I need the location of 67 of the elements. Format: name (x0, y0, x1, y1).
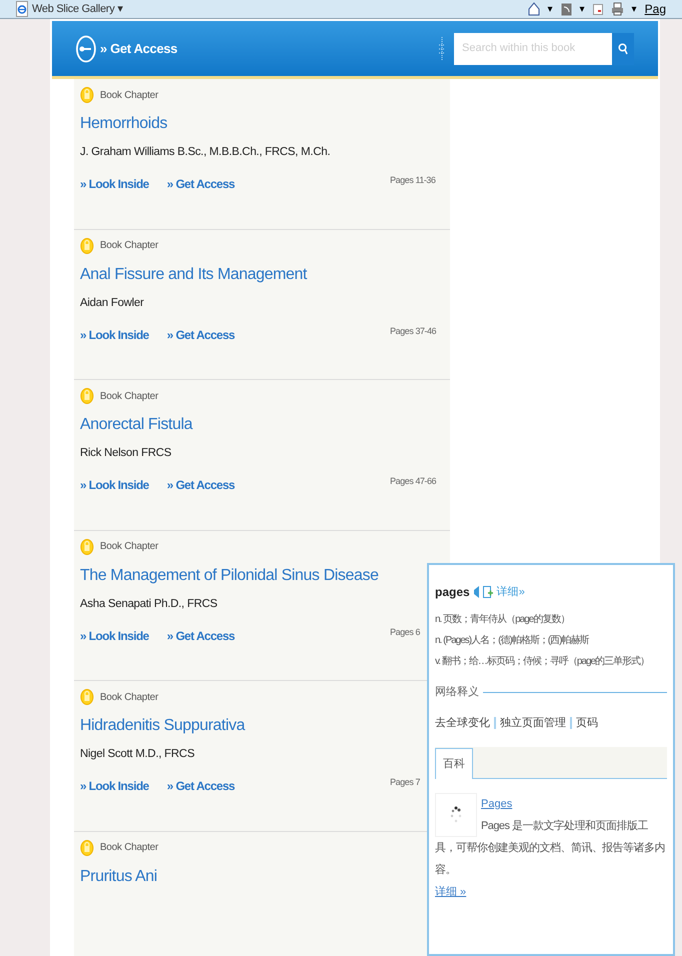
home-dropdown-arrow[interactable]: ▾ (548, 2, 553, 16)
web-slice-gallery-menu[interactable]: Web Slice Gallery ▾ (32, 0, 124, 18)
feed-dropdown-arrow[interactable]: ▾ (580, 2, 585, 16)
wiki-summary: Pages 是一款文字处理和页面排版工具，可帮你创建美观的文档、简讯、报告等诸多内容。 (435, 818, 666, 878)
web-term[interactable]: 页码 (576, 714, 598, 731)
page-range: Pages 7 (390, 776, 421, 788)
lock-icon (80, 87, 94, 103)
look-inside-link[interactable]: » Look Inside (80, 175, 149, 194)
separator-bar (570, 716, 572, 729)
page-range: Pages 11-36 (390, 174, 436, 186)
tab[interactable]: 百科 (435, 748, 473, 779)
chapter-type: Book Chapter (100, 690, 158, 704)
definition-line: n. (Pages)人名；(德)帕格斯；(西)帕赫斯 (435, 634, 590, 647)
printer-icon[interactable] (610, 2, 624, 16)
chapter-authors: J. Graham Williams B.Sc., M.B.B.Ch., FRCS, M.Ch. (80, 145, 332, 160)
chapter-title[interactable]: Anorectal Fistula (80, 413, 444, 437)
look-inside-link[interactable]: » Look Inside (80, 326, 149, 344)
lock-icon (80, 840, 94, 856)
chapter-type: Book Chapter (100, 239, 158, 253)
key-icon (76, 34, 96, 62)
print-dropdown-arrow[interactable]: ▾ (632, 2, 637, 16)
get-access-link[interactable]: » Get Access (166, 175, 235, 194)
look-inside-link[interactable]: » Look Inside (80, 777, 149, 796)
get-access-link[interactable]: » Get Access (166, 626, 235, 645)
feed-icon[interactable] (560, 2, 572, 16)
chapter-authors: Rick Nelson FRCS (80, 446, 172, 461)
separator-bar (494, 716, 496, 729)
chapter-type: Book Chapter (100, 88, 158, 102)
detail-link[interactable]: 详细» (496, 584, 525, 600)
get-access-link[interactable]: » Get Access (166, 777, 235, 796)
wiki-title-link[interactable]: Pages (435, 793, 667, 815)
grip-icon (438, 36, 446, 60)
web-term[interactable]: 去全球变化 (435, 714, 490, 731)
chapter-type: Book Chapter (100, 390, 158, 404)
note-icon[interactable] (482, 586, 493, 598)
lock-icon (80, 238, 94, 254)
look-inside-link[interactable]: » Look Inside (80, 476, 149, 494)
page-range: Pages 37-46 (390, 324, 438, 337)
get-access-link[interactable]: » Get Access (166, 326, 235, 344)
get-access-link[interactable]: » Get Access (100, 38, 178, 58)
definition-line: n. 页数；青年侍从（page的复数） (435, 613, 570, 626)
web-term[interactable]: 独立页面管理 (500, 714, 566, 731)
chapter-type: Book Chapter (100, 540, 158, 554)
home-icon[interactable] (528, 2, 540, 16)
chapter-title[interactable]: Anal Fissure and Its Management (80, 262, 444, 286)
chapter-type: Book Chapter (100, 841, 158, 855)
browser-logo-icon (16, 1, 28, 17)
look-inside-link[interactable]: » Look Inside (80, 626, 149, 645)
loading-spinner-icon (435, 793, 477, 837)
web-definitions-heading: 网络释义 (435, 684, 479, 700)
definition-line: v. 翻书；给…标页码；侍候；寻呼（page的三单形式） (435, 655, 650, 668)
chapter-authors: Nigel Scott M.D., FRCS (80, 747, 196, 762)
speaker-icon[interactable] (474, 586, 479, 598)
chapter-authors: Aidan Fowler (80, 296, 145, 310)
mail-icon[interactable] (592, 4, 603, 14)
get-access-link[interactable]: » Get Access (166, 476, 235, 494)
search-icon (618, 42, 628, 54)
chapter-authors: Asha Senapati Ph.D., FRCS (80, 596, 218, 612)
page-menu[interactable]: Pag (644, 0, 666, 18)
wiki-more-link[interactable]: 详细 » (435, 881, 667, 903)
lock-icon (80, 388, 94, 404)
page-range: Pages 47-66 (390, 475, 438, 488)
lock-icon (80, 689, 94, 705)
chapter-title[interactable]: Hemorrhoids (80, 112, 444, 136)
dictionary-word: pages (435, 584, 470, 601)
page-range: Pages 6 (390, 626, 421, 638)
lock-icon (80, 538, 94, 554)
